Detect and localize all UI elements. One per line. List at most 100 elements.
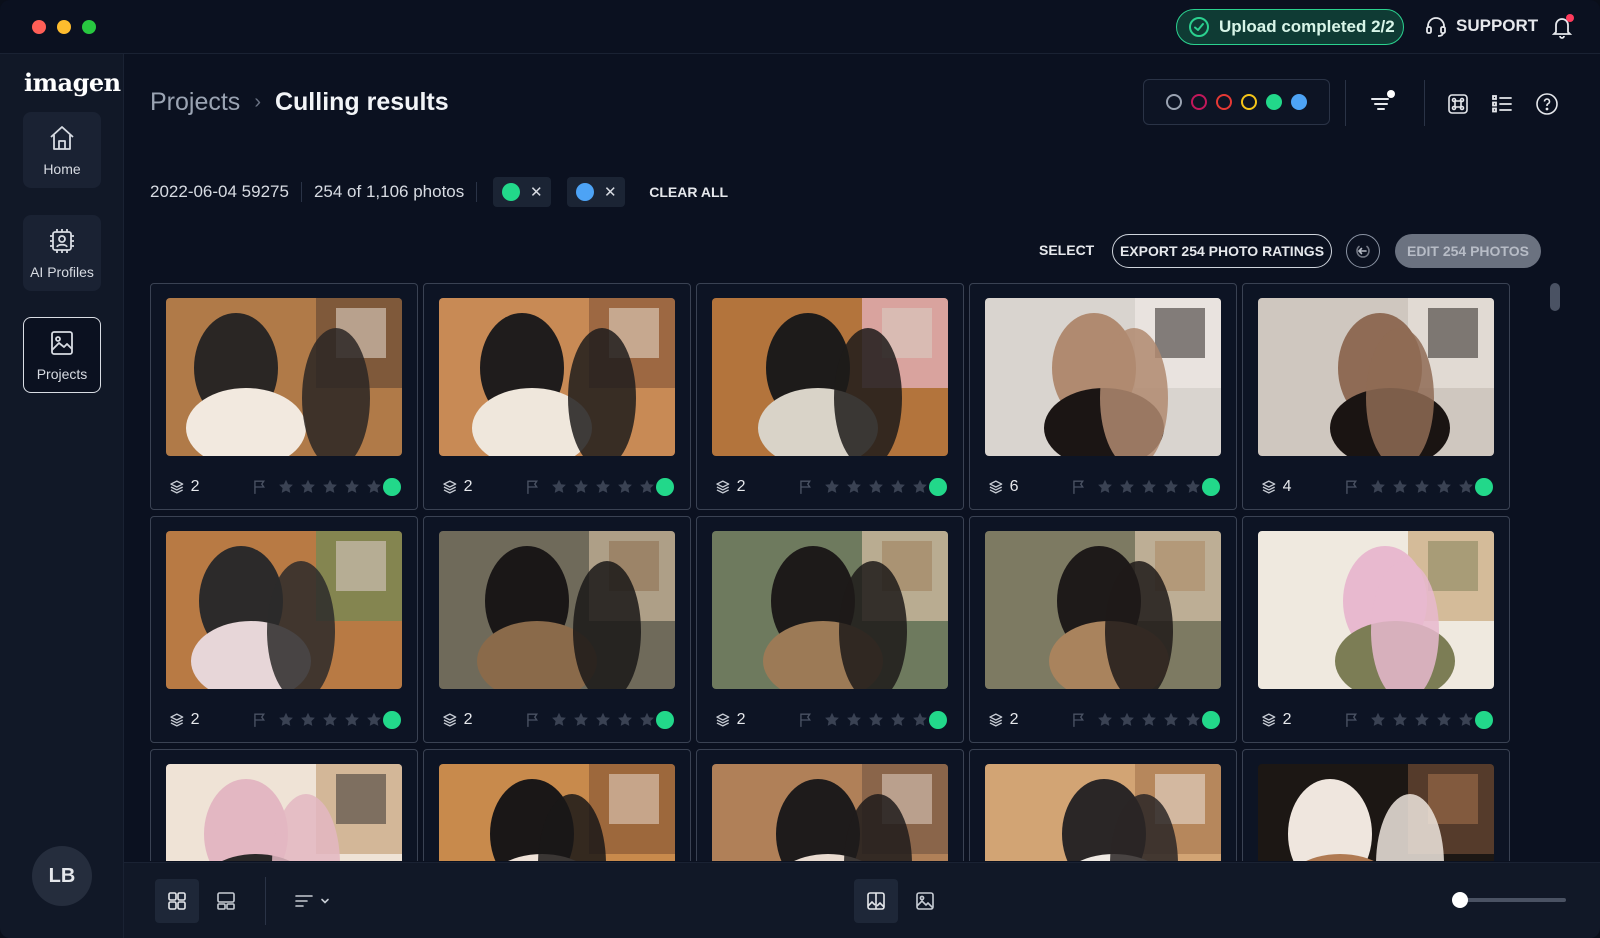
star-rating[interactable] [277,711,383,729]
star-icon[interactable] [1435,711,1453,729]
star-icon[interactable] [277,711,295,729]
star-icon[interactable] [550,711,568,729]
star-icon[interactable] [1457,711,1475,729]
star-icon[interactable] [867,711,885,729]
export-ratings-button[interactable]: EXPORT 254 PHOTO RATINGS [1112,234,1332,268]
star-icon[interactable] [1140,711,1158,729]
star-icon[interactable] [365,478,383,496]
photo-card[interactable]: 2 [423,516,691,743]
maximize-window-button[interactable] [82,20,96,34]
color-label-dot[interactable] [929,711,947,729]
photo-card[interactable]: 6 [969,283,1237,510]
color-label-dot[interactable] [929,478,947,496]
star-icon[interactable] [299,478,317,496]
color-filter-dot[interactable] [1191,94,1207,110]
star-icon[interactable] [823,711,841,729]
filter-button[interactable] [1367,90,1395,118]
photo-card[interactable]: 2 [696,516,964,743]
color-filter-dot[interactable] [1166,94,1182,110]
clear-all-button[interactable]: CLEAR ALL [649,184,728,200]
single-view-button[interactable] [903,879,947,923]
photo-thumbnail[interactable] [1258,298,1494,456]
star-icon[interactable] [365,711,383,729]
photo-card[interactable] [423,749,691,861]
star-icon[interactable] [1369,478,1387,496]
color-filter-dot[interactable] [1216,94,1232,110]
star-icon[interactable] [277,478,295,496]
star-icon[interactable] [911,711,929,729]
photo-thumbnail[interactable] [985,531,1221,689]
star-icon[interactable] [889,478,907,496]
flag-icon[interactable] [798,712,814,728]
star-icon[interactable] [1162,478,1180,496]
sidebar-item-projects[interactable]: Projects [23,317,101,393]
flag-icon[interactable] [798,479,814,495]
star-rating[interactable] [550,478,656,496]
color-filter-dot[interactable] [1291,94,1307,110]
close-window-button[interactable] [32,20,46,34]
photo-thumbnail[interactable] [985,298,1221,456]
star-icon[interactable] [1184,478,1202,496]
edit-photos-button[interactable]: EDIT 254 PHOTOS [1395,234,1541,268]
photo-card[interactable] [150,749,418,861]
zoom-slider-track[interactable] [1452,898,1566,902]
notifications-button[interactable] [1550,14,1574,40]
flag-icon[interactable] [1071,712,1087,728]
filter-chip-blue[interactable]: ✕ [567,177,626,207]
photo-thumbnail[interactable] [712,531,948,689]
star-rating[interactable] [1369,711,1475,729]
star-icon[interactable] [1118,478,1136,496]
star-icon[interactable] [1391,711,1409,729]
flag-icon[interactable] [252,712,268,728]
flag-icon[interactable] [1344,479,1360,495]
large-view-button[interactable] [204,879,248,923]
sidebar-item-home[interactable]: Home [23,112,101,188]
star-icon[interactable] [823,478,841,496]
star-rating[interactable] [1096,711,1202,729]
star-icon[interactable] [321,711,339,729]
star-icon[interactable] [572,711,590,729]
star-icon[interactable] [343,478,361,496]
star-icon[interactable] [299,711,317,729]
color-label-dot[interactable] [383,478,401,496]
filter-chip-green[interactable]: ✕ [493,177,552,207]
list-view-button[interactable] [1488,90,1516,118]
star-icon[interactable] [616,478,634,496]
star-icon[interactable] [1162,711,1180,729]
flag-icon[interactable] [1071,479,1087,495]
star-icon[interactable] [594,478,612,496]
select-button[interactable]: SELECT [1039,242,1094,258]
star-icon[interactable] [1096,478,1114,496]
photo-thumbnail[interactable] [712,764,948,861]
photo-thumbnail[interactable] [439,531,675,689]
flag-icon[interactable] [525,712,541,728]
star-icon[interactable] [321,478,339,496]
star-rating[interactable] [550,711,656,729]
star-icon[interactable] [1435,478,1453,496]
star-icon[interactable] [1391,478,1409,496]
flag-icon[interactable] [525,479,541,495]
star-icon[interactable] [616,711,634,729]
star-rating[interactable] [823,478,929,496]
sidebar-item-ai-profiles[interactable]: AI Profiles [23,215,101,291]
star-icon[interactable] [889,711,907,729]
photo-card[interactable]: 2 [423,283,691,510]
breadcrumb-projects-link[interactable]: Projects [150,88,240,117]
color-label-dot[interactable] [1475,711,1493,729]
minimize-window-button[interactable] [57,20,71,34]
star-icon[interactable] [343,711,361,729]
photo-thumbnail[interactable] [439,764,675,861]
star-icon[interactable] [1096,711,1114,729]
help-button[interactable] [1533,90,1561,118]
color-filter-dot[interactable] [1266,94,1282,110]
photo-card[interactable]: 2 [696,283,964,510]
star-icon[interactable] [845,478,863,496]
color-label-dot[interactable] [656,478,674,496]
photo-card[interactable]: 2 [1242,516,1510,743]
star-icon[interactable] [1184,711,1202,729]
flag-icon[interactable] [1344,712,1360,728]
star-icon[interactable] [638,711,656,729]
photo-thumbnail[interactable] [1258,764,1494,861]
color-label-dot[interactable] [1475,478,1493,496]
color-label-dot[interactable] [1202,478,1220,496]
